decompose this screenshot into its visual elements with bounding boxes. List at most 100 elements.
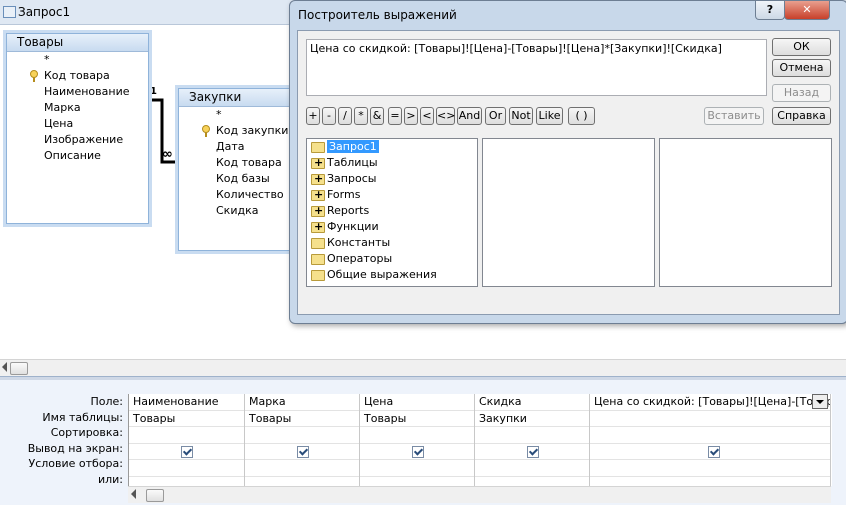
close-button[interactable]: ✕ xyxy=(784,1,830,20)
sort-cell[interactable] xyxy=(590,427,830,444)
field-row[interactable]: Марка xyxy=(7,100,148,116)
table-tovary[interactable]: Товары * Код товара Наименование Марка Ц… xyxy=(6,33,149,224)
show-checkbox[interactable] xyxy=(412,445,424,458)
sort-cell[interactable] xyxy=(475,427,589,444)
grid-column[interactable]: Цена Товары xyxy=(360,394,475,493)
tree-item[interactable]: Запросы xyxy=(307,171,477,187)
field-row[interactable]: Цена xyxy=(7,116,148,132)
folder-expand-icon[interactable] xyxy=(311,203,325,219)
table-cell[interactable]: Закупки xyxy=(475,411,589,427)
operator-plus-button[interactable]: + xyxy=(306,107,320,125)
field-row[interactable]: Изображение xyxy=(7,132,148,148)
criteria-cell[interactable] xyxy=(360,460,474,477)
field-cell[interactable]: Скидка xyxy=(475,394,589,411)
table-cell[interactable] xyxy=(590,411,830,427)
field-row[interactable]: Код базы xyxy=(179,171,291,187)
upper-horizontal-scrollbar[interactable] xyxy=(0,359,846,376)
field-row[interactable]: Скидка xyxy=(179,203,291,219)
folder-expand-icon[interactable] xyxy=(311,219,325,235)
back-button[interactable]: Назад xyxy=(772,84,831,102)
scrollbar-thumb[interactable] xyxy=(10,362,28,375)
field-row[interactable]: Дата xyxy=(179,139,291,155)
operator-concat-button[interactable]: & xyxy=(370,107,384,125)
operator-divide-button[interactable]: / xyxy=(338,107,352,125)
table-cell[interactable]: Товары xyxy=(245,411,359,427)
tree-item[interactable]: Forms xyxy=(307,187,477,203)
table-zakupki[interactable]: Закупки * Код закупки Дата Код товара Ко… xyxy=(178,88,292,251)
help-caption-button[interactable]: ? xyxy=(755,1,785,20)
field-row-key[interactable]: Код закупки xyxy=(179,123,291,139)
field-row[interactable]: Количество xyxy=(179,187,291,203)
show-cell[interactable] xyxy=(360,444,474,460)
field-row[interactable]: Наименование xyxy=(7,84,148,100)
dropdown-arrow-icon[interactable] xyxy=(812,394,828,409)
table-cell[interactable]: Товары xyxy=(129,411,244,427)
tree-item[interactable]: Запрос1 xyxy=(307,139,477,155)
criteria-cell[interactable] xyxy=(475,460,589,477)
field-cell[interactable]: Марка xyxy=(245,394,359,411)
field-row[interactable]: * xyxy=(7,52,148,68)
show-checkbox[interactable] xyxy=(181,445,193,458)
operator-notequal-button[interactable]: <> xyxy=(436,107,455,125)
scroll-left-icon[interactable] xyxy=(2,362,7,372)
criteria-cell[interactable] xyxy=(245,460,359,477)
operator-minus-button[interactable]: - xyxy=(322,107,336,125)
grid-column[interactable]: Цена со скидкой: [Товары]![Цена]-[Товары… xyxy=(590,394,831,493)
show-cell[interactable] xyxy=(475,444,589,460)
operator-like-button[interactable]: Like xyxy=(536,107,563,125)
scrollbar-thumb[interactable] xyxy=(146,489,164,502)
sort-cell[interactable] xyxy=(129,427,244,444)
show-checkbox[interactable] xyxy=(297,445,309,458)
show-checkbox[interactable] xyxy=(708,445,720,458)
field-row-key[interactable]: Код товара xyxy=(7,68,148,84)
criteria-cell[interactable] xyxy=(590,460,830,477)
operator-not-button[interactable]: Not xyxy=(509,107,533,125)
grid-column[interactable]: Наименование Товары xyxy=(129,394,245,493)
element-list-pane[interactable] xyxy=(482,138,655,287)
operator-multiply-button[interactable]: * xyxy=(354,107,368,125)
field-cell[interactable]: Цена со скидкой: [Товары]![Цена]-[Товары… xyxy=(590,394,830,411)
operator-greater-button[interactable]: > xyxy=(404,107,418,125)
element-values-pane[interactable] xyxy=(659,138,832,287)
show-cell[interactable] xyxy=(245,444,359,460)
grid-column[interactable]: Марка Товары xyxy=(245,394,360,493)
table-title[interactable]: Товары xyxy=(7,34,148,52)
folder-expand-icon[interactable] xyxy=(311,155,325,171)
query-design-grid[interactable]: Поле: Имя таблицы: Сортировка: Вывод на … xyxy=(0,380,846,505)
table-cell[interactable]: Товары xyxy=(360,411,474,427)
element-tree-pane[interactable]: Запрос1 Таблицы Запросы Forms Reports Фу… xyxy=(306,138,478,287)
field-row[interactable]: Описание xyxy=(7,148,148,164)
operator-and-button[interactable]: And xyxy=(457,107,482,125)
field-row[interactable]: Код товара xyxy=(179,155,291,171)
tree-item[interactable]: Функции xyxy=(307,219,477,235)
tree-item[interactable]: Общие выражения xyxy=(307,267,477,283)
sort-cell[interactable] xyxy=(360,427,474,444)
paste-button[interactable]: Вставить xyxy=(704,107,764,125)
grid-column[interactable]: Скидка Закупки xyxy=(475,394,590,493)
ok-button[interactable]: ОК xyxy=(772,38,831,56)
folder-expand-icon[interactable] xyxy=(311,187,325,203)
sort-cell[interactable] xyxy=(245,427,359,444)
field-cell[interactable]: Цена xyxy=(360,394,474,411)
grid-columns[interactable]: Наименование Товары Марка Товары Цена То… xyxy=(128,394,832,493)
tree-item[interactable]: Reports xyxy=(307,203,477,219)
field-row[interactable]: * xyxy=(179,107,291,123)
folder-expand-icon[interactable] xyxy=(311,171,325,187)
show-cell[interactable] xyxy=(590,444,830,460)
operator-parens-button[interactable]: ( ) xyxy=(568,107,595,125)
operator-or-button[interactable]: Or xyxy=(485,107,506,125)
expression-textbox[interactable]: Цена со скидкой: [Товары]![Цена]-[Товары… xyxy=(306,39,767,96)
operator-equal-button[interactable]: = xyxy=(388,107,402,125)
field-cell[interactable]: Наименование xyxy=(129,394,244,411)
table-title[interactable]: Закупки xyxy=(179,89,291,107)
show-checkbox[interactable] xyxy=(527,445,539,458)
operator-less-button[interactable]: < xyxy=(420,107,434,125)
tree-item[interactable]: Таблицы xyxy=(307,155,477,171)
tree-item[interactable]: Операторы xyxy=(307,251,477,267)
expression-builder-dialog[interactable]: Построитель выражений ? ✕ Цена со скидко… xyxy=(289,0,846,324)
show-cell[interactable] xyxy=(129,444,244,460)
criteria-cell[interactable] xyxy=(129,460,244,477)
cancel-button[interactable]: Отмена xyxy=(772,59,831,77)
tree-item[interactable]: Константы xyxy=(307,235,477,251)
grid-horizontal-scrollbar[interactable] xyxy=(128,486,831,503)
